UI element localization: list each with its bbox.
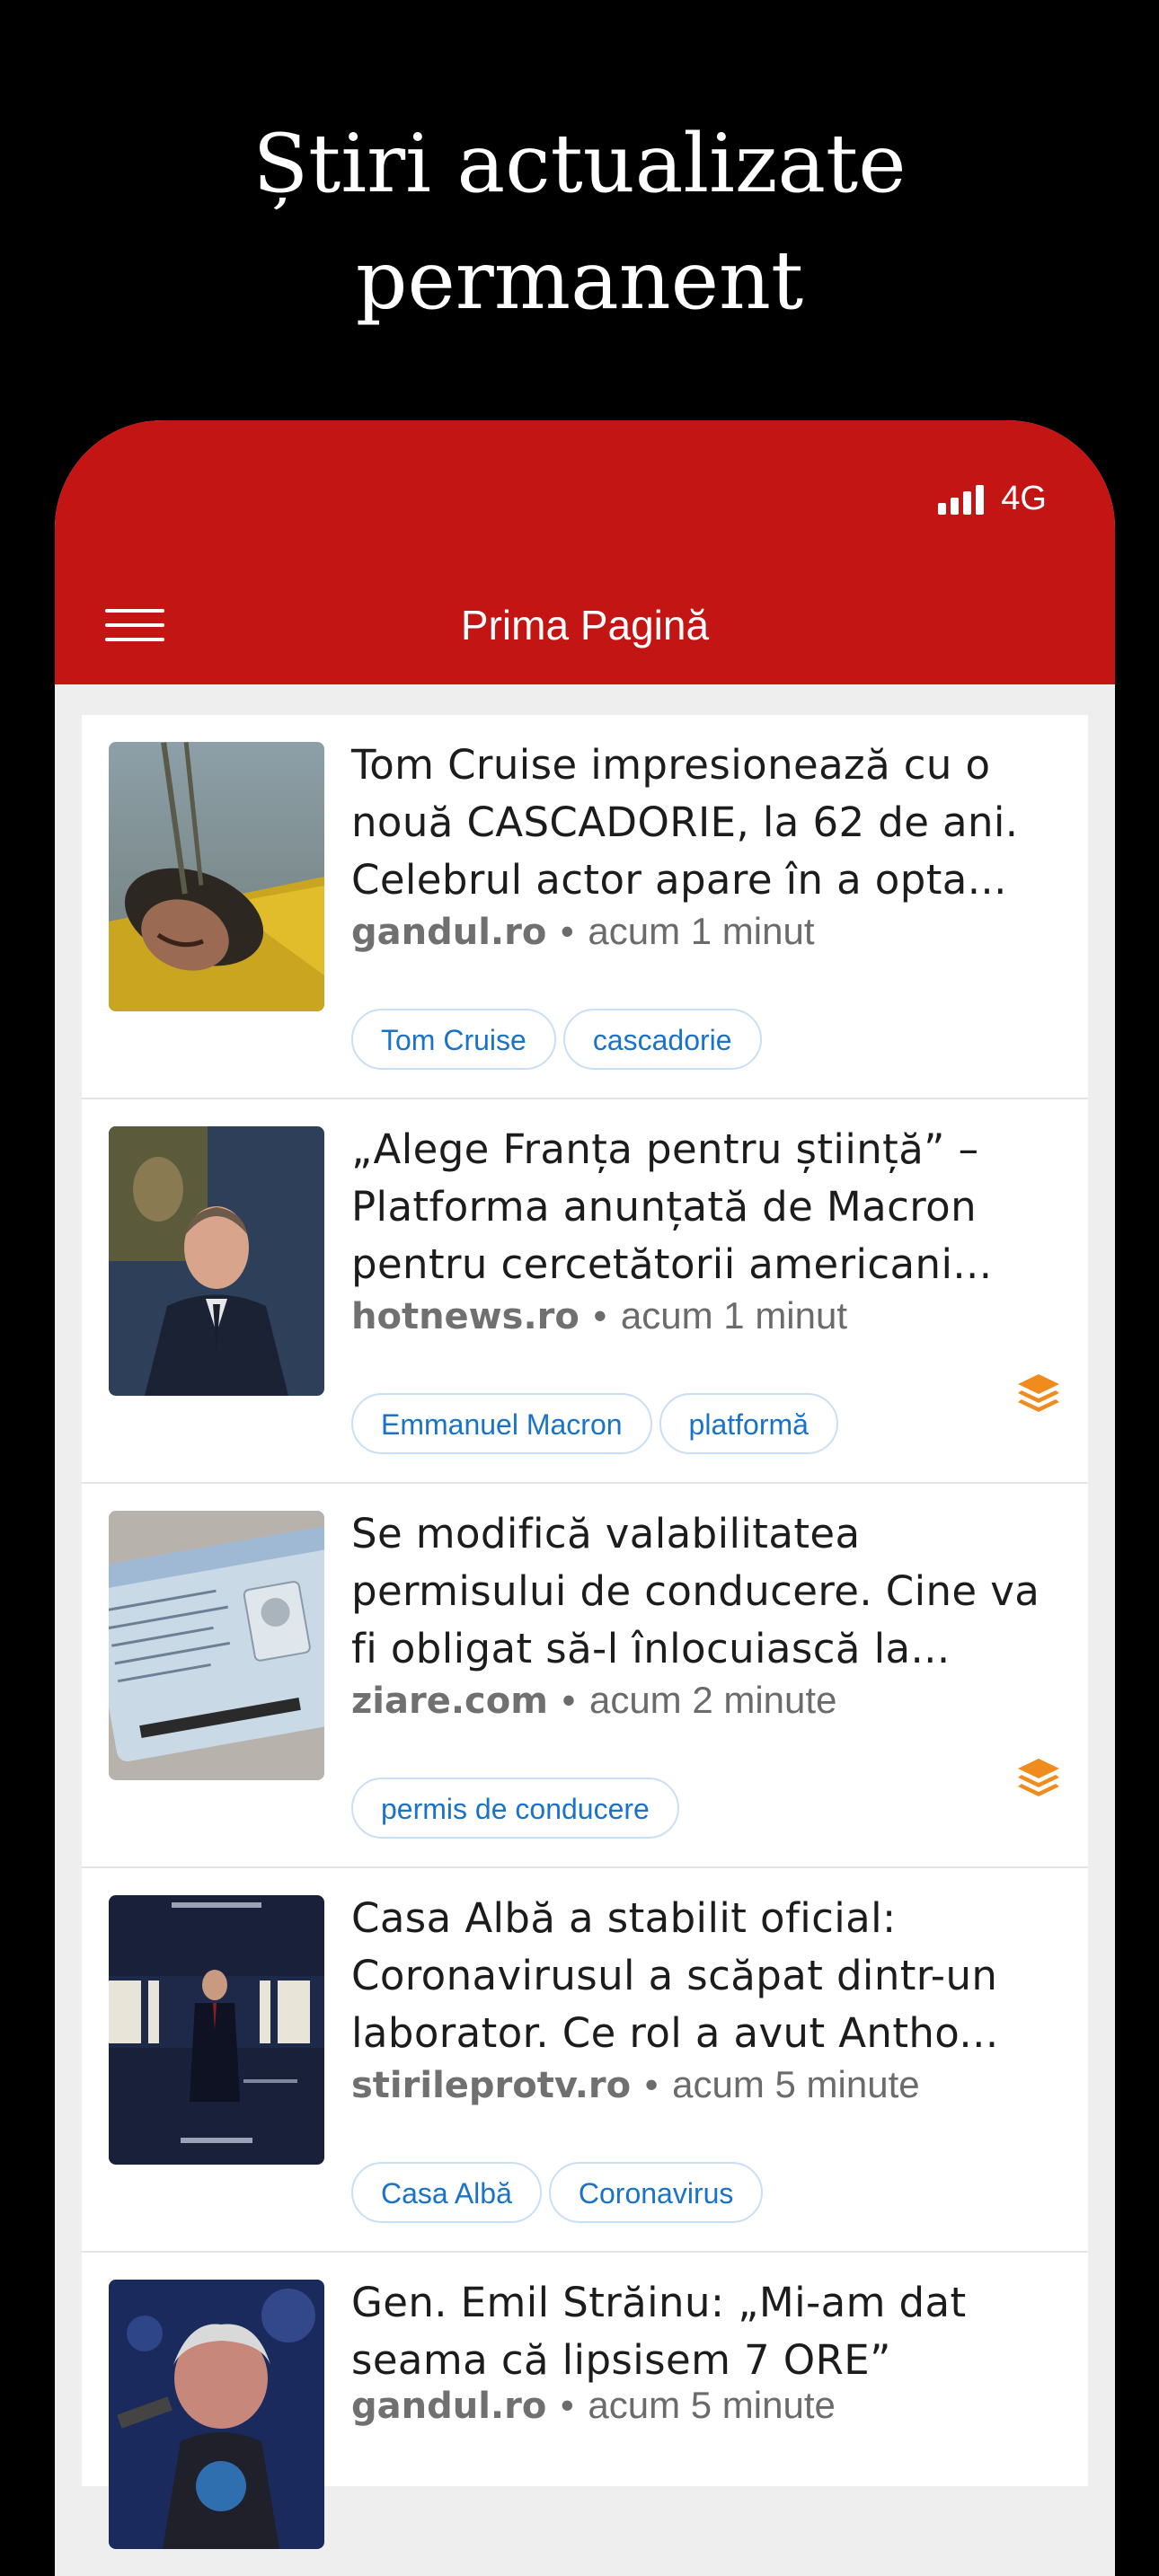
- tag-chip[interactable]: Tom Cruise: [351, 1009, 556, 1070]
- article-headline[interactable]: „Alege Franța pentru știință” – Platform…: [351, 1121, 1070, 1293]
- article-headline[interactable]: Tom Cruise impresionează cu o nouă CASCA…: [351, 737, 1070, 909]
- page-title: Prima Pagină: [460, 602, 710, 648]
- article-meta: hotnews.ro • acum 1 minut: [351, 1291, 847, 1342]
- article-headline[interactable]: Gen. Emil Străinu: „Mi-am dat seama că l…: [351, 2274, 1070, 2389]
- meta-separator: •: [593, 1294, 607, 1337]
- related-stories-layers-icon[interactable]: [1014, 1753, 1063, 1802]
- tag-chip[interactable]: Casa Albă: [351, 2162, 542, 2223]
- meta-separator: •: [561, 910, 574, 952]
- tag-chip[interactable]: cascadorie: [562, 1009, 762, 1070]
- article-thumbnail[interactable]: [109, 1126, 324, 1396]
- news-card[interactable]: Gen. Emil Străinu: „Mi-am dat seama că l…: [82, 2253, 1088, 2549]
- article-tags: Emmanuel Macron platformă: [351, 1393, 845, 1454]
- article-meta: gandul.ro • acum 1 minut: [351, 906, 815, 957]
- cellular-signal-icon: [938, 484, 988, 515]
- article-headline[interactable]: Casa Albă a stabilit oficial: Coronaviru…: [351, 1890, 1070, 2062]
- tag-chip[interactable]: permis de conducere: [351, 1778, 679, 1839]
- article-thumbnail[interactable]: [109, 2280, 324, 2549]
- article-source: gandul.ro: [351, 912, 547, 953]
- article-time: acum 2 minute: [588, 1679, 837, 1721]
- meta-separator: •: [561, 2384, 574, 2426]
- article-source: ziare.com: [351, 1681, 548, 1722]
- phone-screen: 4G Prima Pagină Tom Cruise impresionează…: [55, 420, 1115, 2576]
- article-meta: ziare.com • acum 2 minute: [351, 1675, 836, 1726]
- promo-title-line2: permanent: [355, 234, 804, 328]
- article-thumbnail[interactable]: [109, 1511, 324, 1780]
- status-bar: 4G: [938, 480, 1047, 518]
- news-card[interactable]: „Alege Franța pentru știință” – Platform…: [82, 1099, 1088, 1484]
- article-tags: Tom Cruise cascadorie: [351, 1009, 769, 1070]
- article-meta: gandul.ro • acum 5 minute: [351, 2380, 836, 2431]
- article-source: stirileprotv.ro: [351, 2065, 632, 2106]
- article-tags: permis de conducere: [351, 1778, 686, 1839]
- tag-chip[interactable]: Emmanuel Macron: [351, 1393, 652, 1454]
- app-header: 4G Prima Pagină: [55, 420, 1115, 684]
- tag-chip[interactable]: Coronavirus: [548, 2162, 764, 2223]
- news-card[interactable]: Casa Albă a stabilit oficial: Coronaviru…: [82, 1868, 1088, 2253]
- article-time: acum 1 minut: [588, 910, 815, 952]
- network-type-label: 4G: [1001, 480, 1047, 517]
- article-meta: stirileprotv.ro • acum 5 minute: [351, 2060, 920, 2111]
- promo-title-line1: Știri actualizate: [252, 117, 907, 211]
- meta-separator: •: [562, 1679, 576, 1721]
- article-source: gandul.ro: [351, 2386, 547, 2427]
- article-headline[interactable]: Se modifică valabilitatea permisului de …: [351, 1505, 1070, 1678]
- related-stories-layers-icon[interactable]: [1014, 1369, 1063, 1417]
- news-card[interactable]: Tom Cruise impresionează cu o nouă CASCA…: [82, 715, 1088, 1099]
- promo-title: Știri actualizate permanent: [0, 106, 1159, 340]
- article-time: acum 5 minute: [588, 2384, 836, 2426]
- article-thumbnail[interactable]: [109, 742, 324, 1011]
- article-time: acum 5 minute: [672, 2063, 920, 2105]
- article-tags: Casa Albă Coronavirus: [351, 2162, 770, 2223]
- news-feed: Tom Cruise impresionează cu o nouă CASCA…: [82, 715, 1088, 2549]
- article-time: acum 1 minut: [620, 1294, 848, 1337]
- meta-separator: •: [644, 2063, 659, 2105]
- article-source: hotnews.ro: [351, 1296, 580, 1337]
- tag-chip[interactable]: platformă: [659, 1393, 838, 1454]
- article-thumbnail[interactable]: [109, 1895, 324, 2165]
- news-card[interactable]: Se modifică valabilitatea permisului de …: [82, 1484, 1088, 1868]
